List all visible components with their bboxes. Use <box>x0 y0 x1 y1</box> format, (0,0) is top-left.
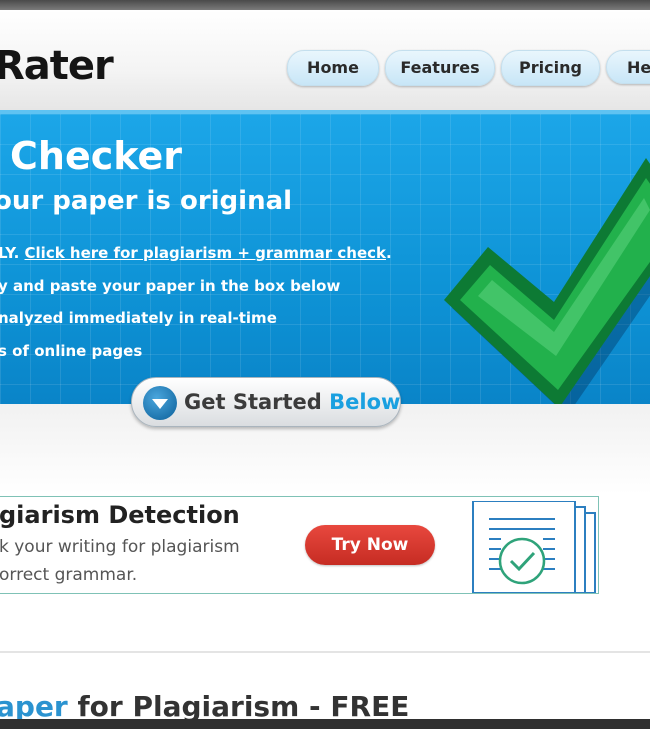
nav-home[interactable]: Home <box>287 50 379 86</box>
get-started-label: Get Started Below <box>184 378 400 426</box>
get-started-label-accent: Below <box>329 390 401 414</box>
plagiarism-detection-ad[interactable]: giarism Detection k your writing for pla… <box>0 496 599 594</box>
site-header: Rater Home Features Pricing He <box>0 10 650 110</box>
window-bottom-bar <box>0 719 650 729</box>
document-check-icon <box>472 501 596 593</box>
ad-title: giarism Detection <box>0 501 240 529</box>
nav-help[interactable]: He <box>606 50 650 84</box>
window-top-strip <box>0 0 650 10</box>
hero-line-premium-suffix: . <box>386 244 392 262</box>
hero-title: Checker <box>10 134 183 178</box>
ad-line-2: orrect grammar. <box>0 565 138 585</box>
get-started-button[interactable]: Get Started Below <box>131 377 401 427</box>
nav-features[interactable]: Features <box>385 50 495 86</box>
hero-line-pages: s of online pages <box>0 342 143 360</box>
hero-line-premium: LY. Click here for plagiarism + grammar … <box>0 244 392 262</box>
green-checkmark-icon <box>444 158 650 416</box>
hero-subtitle: our paper is original <box>0 186 293 216</box>
hero-line-realtime: nalyzed immediately in real-time <box>0 309 277 327</box>
hero-line-premium-prefix: LY. <box>0 244 25 262</box>
plagiarism-grammar-check-link[interactable]: Click here for plagiarism + grammar chec… <box>25 244 386 262</box>
site-logo[interactable]: Rater <box>0 42 114 90</box>
hero-line-paste: y and paste your paper in the box below <box>0 277 341 295</box>
try-now-button[interactable]: Try Now <box>305 525 435 565</box>
nav-pricing[interactable]: Pricing <box>501 50 600 86</box>
section-divider <box>0 651 650 653</box>
ad-line-1: k your writing for plagiarism <box>0 537 240 557</box>
get-started-label-main: Get Started <box>184 390 330 414</box>
chevron-down-icon <box>143 386 177 420</box>
